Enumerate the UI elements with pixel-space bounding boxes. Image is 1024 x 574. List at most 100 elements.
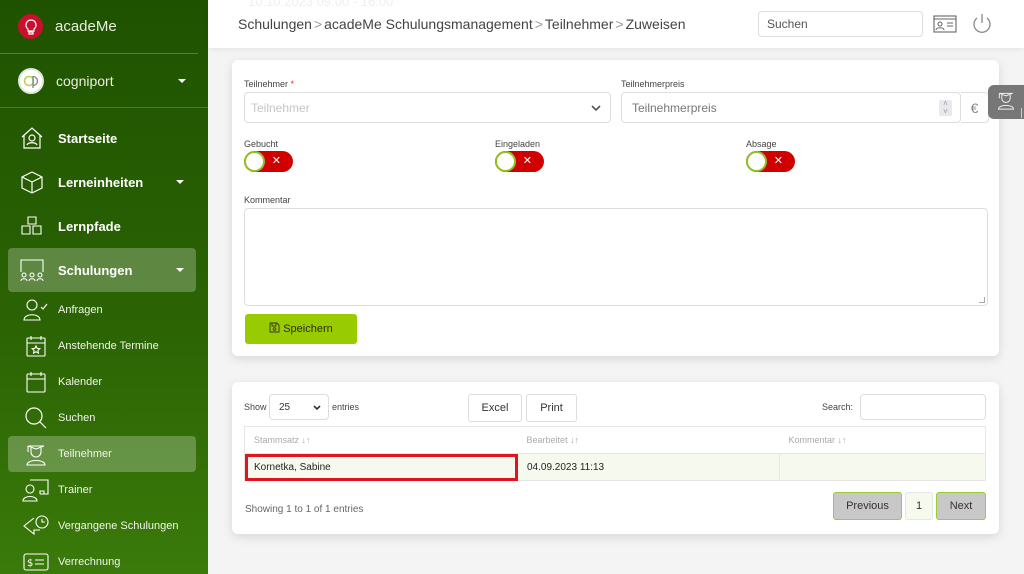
sidebar-item-schulungen[interactable]: Schulungen [8, 248, 196, 292]
sidebar-subitem-label: Vergangene Schulungen [58, 520, 179, 532]
scrollbar-thumb[interactable] [1021, 108, 1022, 118]
number-spinner-icon[interactable]: ˄ ˅ [939, 100, 952, 116]
chevron-down-icon [178, 78, 186, 83]
excel-export-button[interactable]: Excel [468, 394, 522, 422]
save-button[interactable]: Speichern [245, 314, 357, 344]
cell-kommentar [779, 453, 986, 481]
sidebar-item-label: Schulungen [58, 262, 133, 278]
gebucht-toggle[interactable]: ✕ [244, 151, 293, 172]
sidebar-subitem-label: Verrechnung [58, 556, 121, 568]
close-icon: ✕ [522, 155, 532, 167]
search-icon [22, 404, 50, 432]
sidebar-subitem-label: Teilnehmer [58, 448, 112, 460]
calendar-star-icon [22, 332, 50, 360]
breadcrumb: Schulungen > acadeMe Schulungsmanagement… [238, 16, 686, 32]
previous-page-button[interactable]: Previous [833, 492, 902, 520]
sidebar-subitem-anstehende-termine[interactable]: Anstehende Termine [8, 328, 196, 364]
sidebar-subitem-suchen[interactable]: Suchen [8, 400, 196, 436]
top-header: 10.10.2023 09:00 - 16:00 Schulungen > ac… [208, 0, 1024, 48]
organization-name: cogniport [56, 72, 114, 89]
comment-textarea[interactable] [244, 208, 988, 306]
billing-icon: $ [22, 548, 50, 574]
next-page-button[interactable]: Next [936, 492, 986, 520]
sort-icon: ↓↑ [570, 435, 580, 445]
absage-label: Absage [746, 139, 777, 149]
assign-participant-form: Teilnehmer * Teilnehmer Teilnehmerpreis … [232, 60, 999, 356]
breadcrumb-separator: > [534, 16, 543, 32]
print-button[interactable]: Print [526, 394, 577, 422]
id-card-icon[interactable] [932, 12, 958, 36]
sidebar-subitem-verrechnung[interactable]: $ Verrechnung [8, 544, 196, 574]
breadcrumb-separator: > [615, 16, 624, 32]
classroom-icon [18, 256, 46, 284]
participant-quick-panel-tab[interactable] [988, 85, 1024, 119]
chevron-down-icon [176, 180, 184, 184]
faded-date-text: 10.10.2023 09:00 - 16:00 [248, 0, 394, 9]
sidebar-subitem-trainer[interactable]: Trainer [8, 472, 196, 508]
toggle-knob [495, 151, 516, 172]
sidebar-item-lerneinheiten[interactable]: Lerneinheiten [8, 160, 196, 204]
participant-label: Teilnehmer * [244, 79, 295, 89]
toggle-knob [244, 151, 265, 172]
resize-handle[interactable] [979, 297, 985, 303]
sidebar-subitem-label: Anfragen [58, 304, 103, 316]
table-search-input[interactable] [860, 394, 986, 420]
participant-select[interactable]: Teilnehmer [244, 92, 611, 123]
eingeladen-toggle[interactable]: ✕ [495, 151, 544, 172]
sort-icon: ↓↑ [837, 435, 847, 445]
sidebar-subitem-label: Kalender [58, 376, 103, 388]
trainer-icon [22, 476, 50, 504]
table-row[interactable]: Kornetka, Sabine 04.09.2023 11:13 [244, 453, 986, 481]
column-header-bearbeitet[interactable]: Bearbeitet ↓↑ [517, 426, 780, 454]
sidebar-subitem-vergangene-schulungen[interactable]: Vergangene Schulungen [8, 508, 196, 544]
comment-label: Kommentar [244, 195, 291, 205]
graduate-icon [996, 90, 1016, 115]
sidebar-subitem-label: Suchen [58, 412, 96, 424]
gebucht-label: Gebucht [244, 139, 279, 149]
chevron-down-icon [590, 101, 602, 119]
cell-stammsatz[interactable]: Kornetka, Sabine [244, 453, 518, 481]
page-length-select[interactable]: 25 [269, 394, 329, 420]
breadcrumb-separator: > [313, 16, 323, 32]
absage-toggle[interactable]: ✕ [746, 151, 795, 172]
close-icon: ✕ [271, 155, 281, 167]
brand-name: acadeMe [55, 18, 117, 35]
breadcrumb-item[interactable]: acadeMe Schulungsmanagement [324, 16, 533, 32]
sidebar: acadeMe cogniport Startseite Lerneinheit… [0, 0, 208, 574]
organization-logo-icon [18, 67, 44, 94]
brand[interactable]: acadeMe [0, 0, 198, 54]
home-icon [18, 124, 46, 152]
price-placeholder: Teilnehmerpreis [632, 101, 717, 115]
breadcrumb-item[interactable]: Teilnehmer [545, 16, 613, 32]
sidebar-subitem-kalender[interactable]: Kalender [8, 364, 196, 400]
participants-table-card: Show 25 entries Excel Print Search: Stam… [232, 382, 999, 534]
sidebar-item-startseite[interactable]: Startseite [8, 116, 196, 160]
save-icon [269, 322, 280, 336]
global-search-input[interactable] [758, 11, 923, 37]
power-icon[interactable] [969, 12, 995, 36]
required-asterisk: * [290, 79, 295, 89]
sort-icon: ↓↑ [301, 435, 311, 445]
chevron-down-icon [176, 268, 184, 272]
svg-text:$: $ [27, 558, 33, 569]
sidebar-subitem-label: Trainer [58, 484, 93, 496]
page-length-value: 25 [279, 402, 291, 413]
sidebar-item-lernpfade[interactable]: Lernpfade [8, 204, 196, 248]
toggle-knob [746, 151, 767, 172]
sidebar-subitem-anfragen[interactable]: Anfragen [8, 292, 196, 328]
sidebar-subitem-teilnehmer[interactable]: Teilnehmer [8, 436, 196, 472]
chevron-down-icon [312, 403, 322, 416]
column-header-stammsatz[interactable]: Stammsatz ↓↑ [244, 426, 518, 454]
show-label: Show [244, 402, 267, 412]
calendar-icon [22, 368, 50, 396]
sidebar-item-label: Startseite [58, 130, 118, 146]
graduate-icon [22, 440, 50, 468]
breadcrumb-item[interactable]: Schulungen [238, 16, 312, 32]
sidebar-item-label: Lernpfade [58, 218, 121, 234]
column-header-kommentar[interactable]: Kommentar ↓↑ [779, 426, 986, 454]
page-1-button[interactable]: 1 [905, 492, 933, 520]
price-input[interactable]: Teilnehmerpreis ˄ ˅ [621, 92, 961, 123]
cubes-icon [18, 212, 46, 240]
currency-addon: € [961, 92, 989, 123]
organization-switcher[interactable]: cogniport [0, 54, 208, 108]
